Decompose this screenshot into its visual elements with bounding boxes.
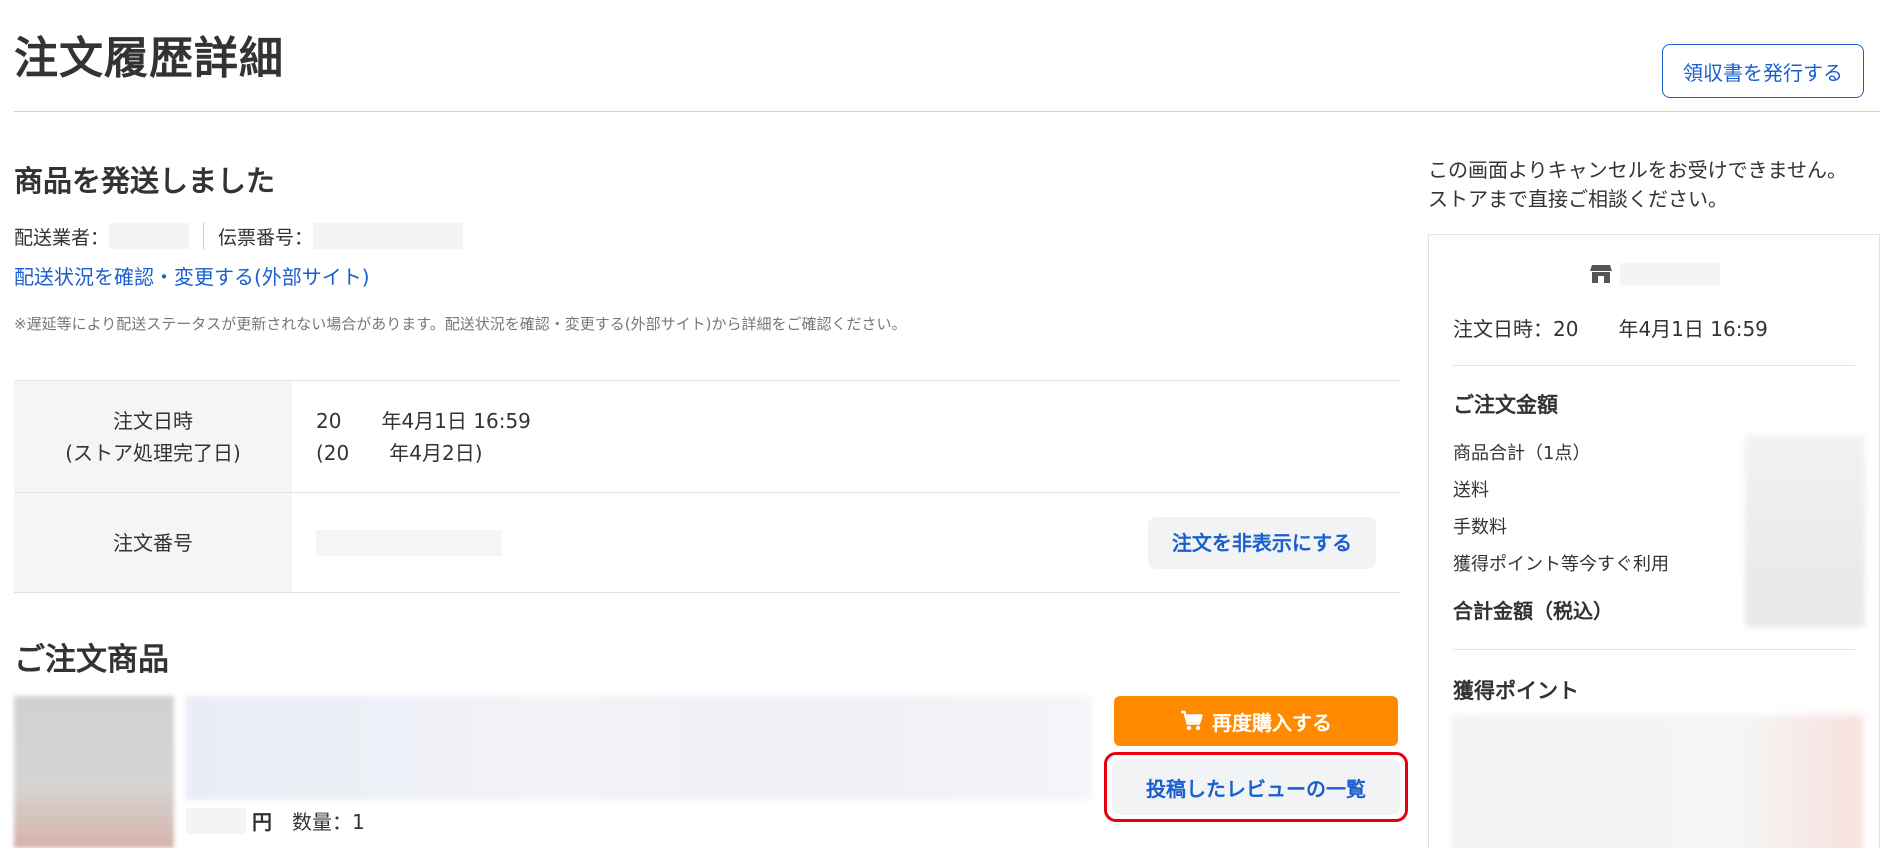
- tracking-number-redacted: [313, 223, 464, 249]
- title-divider: [14, 111, 1880, 112]
- posted-reviews-button[interactable]: 投稿したレビューの一覧: [1112, 759, 1400, 815]
- fee-item: 送料: [1453, 480, 1489, 501]
- order-info-table: 注文日時 (ストア処理完了日) 20 年4月1日 16:59 (20 年4月2日…: [14, 380, 1400, 593]
- buy-again-label: 再度購入する: [1212, 710, 1332, 735]
- order-number-row: 注文番号 注文を非表示にする: [14, 493, 1400, 593]
- carrier-label: 配送業者：: [14, 226, 110, 249]
- hide-order-button[interactable]: 注文を非表示にする: [1148, 517, 1376, 569]
- fee-list: 商品合計（1点） 送料 手数料 獲得ポイント等今すぐ利用: [1453, 435, 1669, 583]
- card-divider: [1453, 365, 1855, 366]
- order-date-value: 20 年4月1日 16:59: [316, 408, 531, 433]
- product-thumbnail[interactable]: [14, 696, 174, 848]
- points-redacted: [1451, 715, 1863, 848]
- order-date-header: 注文日時 (ストア処理完了日): [14, 381, 292, 492]
- cart-icon: [1181, 710, 1203, 731]
- order-number-header: 注文番号: [14, 493, 292, 592]
- order-number-cell: 注文を非表示にする: [292, 493, 1400, 592]
- cancel-notice-line-2: ストアまで直接ご相談ください。: [1428, 187, 1728, 211]
- fee-item: 商品合計（1点）: [1453, 443, 1591, 464]
- order-number-label: 注文番号: [113, 530, 193, 555]
- carrier-divider: [203, 222, 205, 250]
- buy-again-button[interactable]: 再度購入する: [1114, 696, 1398, 746]
- cancel-notice: この画面よりキャンセルをお受けできません。 ストアまで直接ご相談ください。: [1428, 156, 1847, 214]
- carrier-info: 配送業者： 伝票番号：: [14, 222, 464, 250]
- store-name-row[interactable]: [1429, 263, 1881, 285]
- store-name-redacted: [1620, 263, 1720, 285]
- price-quantity-line: 円 数量：1: [186, 806, 365, 835]
- card-order-date: 注文日時：20 年4月1日 16:59: [1453, 317, 1768, 341]
- store-icon: [1590, 265, 1612, 283]
- quantity-label: 数量：1: [292, 810, 365, 834]
- delivery-delay-note: ※遅延等により配送ステータスが更新されない場合があります。配送状況を確認・変更す…: [14, 315, 907, 333]
- order-number-redacted: [316, 529, 502, 556]
- order-amount-heading: ご注文金額: [1453, 393, 1558, 417]
- amounts-redacted: [1745, 435, 1865, 627]
- tracking-number-label: 伝票番号：: [218, 226, 314, 249]
- earned-points-heading: 獲得ポイント: [1453, 679, 1579, 703]
- store-processed-label: (ストア処理完了日): [65, 440, 241, 465]
- product-name-redacted[interactable]: [186, 696, 1092, 800]
- fee-item: 獲得ポイント等今すぐ利用: [1453, 554, 1669, 575]
- order-date-row: 注文日時 (ストア処理完了日) 20 年4月1日 16:59 (20 年4月2日…: [14, 381, 1400, 493]
- card-divider: [1453, 649, 1855, 650]
- tracking-status-link[interactable]: 配送状況を確認・変更する(外部サイト): [14, 261, 370, 290]
- cancel-notice-line-1: この画面よりキャンセルをお受けできません。: [1428, 158, 1847, 182]
- issue-receipt-button[interactable]: 領収書を発行する: [1662, 44, 1864, 98]
- price-redacted: [186, 807, 246, 834]
- yen-label: 円: [252, 810, 272, 834]
- shipping-status-heading: 商品を発送しました: [14, 164, 276, 198]
- carrier-name-redacted: [109, 223, 190, 249]
- order-summary-card: 注文日時：20 年4月1日 16:59 ご注文金額 商品合計（1点） 送料 手数…: [1428, 234, 1880, 848]
- order-date-label: 注文日時: [113, 408, 193, 433]
- total-amount-label: 合計金額（税込）: [1453, 599, 1613, 623]
- order-date-cell: 20 年4月1日 16:59 (20 年4月2日): [292, 381, 1400, 492]
- ordered-items-heading: ご注文商品: [14, 642, 169, 678]
- page-title: 注文履歴詳細: [14, 33, 284, 84]
- store-processed-value: (20 年4月2日): [316, 440, 483, 465]
- fee-item: 手数料: [1453, 517, 1507, 538]
